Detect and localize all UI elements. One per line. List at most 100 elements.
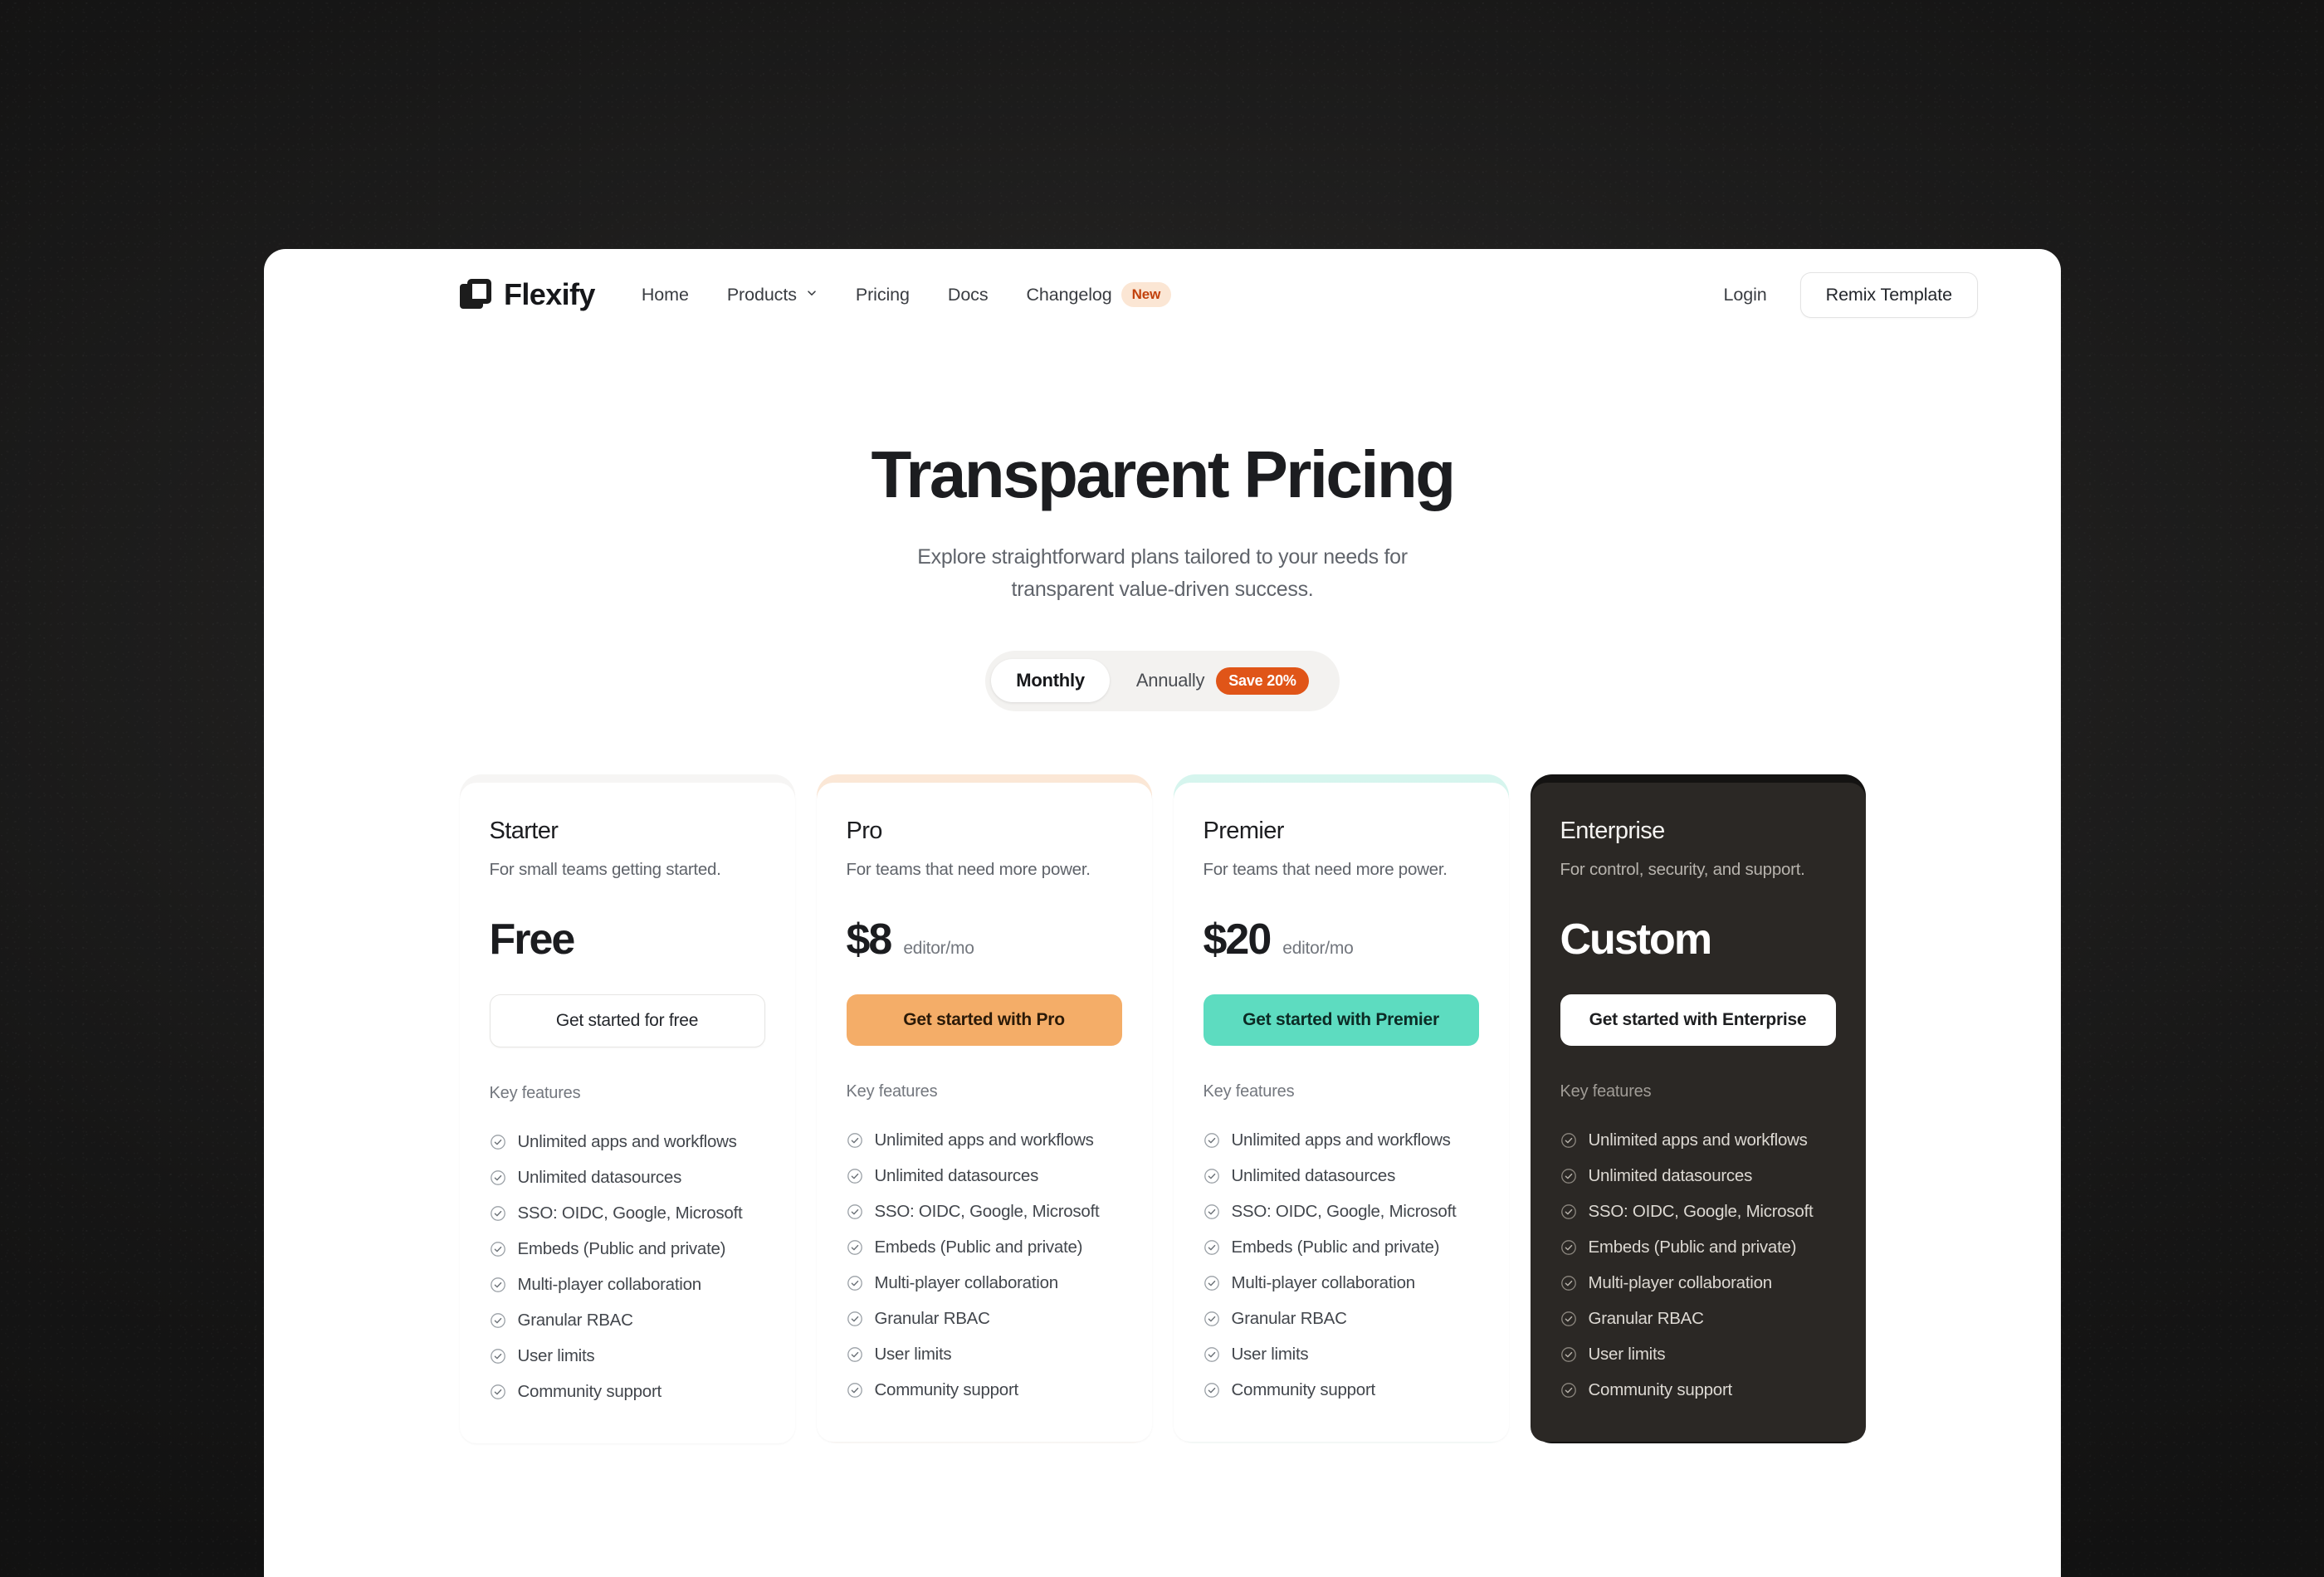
plan-description-enterprise: For control, security, and support. — [1560, 859, 1805, 879]
check-circle-icon — [490, 1277, 506, 1293]
feature-item: Granular RBAC — [490, 1303, 765, 1339]
feature-label: Unlimited apps and workflows — [874, 1130, 1094, 1150]
plan-price-pro: $8 — [846, 915, 893, 964]
nav-link-products-label: Products — [726, 284, 797, 305]
check-circle-icon — [1204, 1168, 1220, 1184]
feature-label: Multi-player collaboration — [874, 1273, 1059, 1292]
check-circle-icon — [847, 1382, 863, 1399]
feature-label: User limits — [874, 1345, 952, 1364]
plan-name-enterprise: Enterprise — [1560, 817, 1666, 844]
feature-label: Community support — [1231, 1380, 1376, 1399]
feature-label: Unlimited apps and workflows — [1588, 1130, 1808, 1150]
plan-price-row-starter: Free — [490, 918, 765, 961]
chevron-down-icon — [806, 287, 818, 299]
feature-label: Granular RBAC — [874, 1309, 990, 1328]
nav-link-products[interactable]: Products — [727, 285, 818, 305]
feature-item: Embeds (Public and private) — [490, 1232, 765, 1267]
feature-label: SSO: OIDC, Google, Microsoft — [517, 1204, 743, 1223]
feature-item: Multi-player collaboration — [490, 1267, 765, 1303]
nav-link-pricing-label: Pricing — [855, 284, 910, 305]
check-circle-icon — [490, 1169, 506, 1186]
plan-price-starter: Free — [489, 915, 576, 964]
feature-label: Embeds (Public and private) — [874, 1238, 1083, 1257]
nav-link-home[interactable]: Home — [642, 285, 689, 305]
features-label-enterprise: Key features — [1560, 1081, 1652, 1101]
features-list-pro: Unlimited apps and workflows Unlimited d… — [847, 1123, 1122, 1409]
feature-item: Unlimited datasources — [490, 1160, 765, 1196]
billing-toggle-monthly-label: Monthly — [1016, 670, 1085, 691]
plan-description-starter: For small teams getting started. — [489, 859, 721, 879]
login-link[interactable]: Login — [1724, 285, 1767, 305]
feature-item: Unlimited datasources — [1560, 1159, 1836, 1194]
feature-label: SSO: OIDC, Google, Microsoft — [1231, 1202, 1457, 1221]
feature-label: SSO: OIDC, Google, Microsoft — [874, 1202, 1100, 1221]
feature-label: Unlimited datasources — [1588, 1166, 1753, 1185]
hero-section: Transparent Pricing Explore straightforw… — [264, 440, 2061, 606]
check-circle-icon — [847, 1132, 863, 1149]
pricing-card-enterprise: Enterprise For control, security, and su… — [1530, 774, 1866, 1443]
check-circle-icon — [1204, 1382, 1220, 1399]
nav-link-docs-label: Docs — [947, 284, 989, 305]
feature-label: Embeds (Public and private) — [1231, 1238, 1440, 1257]
check-circle-icon — [490, 1241, 506, 1257]
cta-button-starter[interactable]: Get started for free — [489, 994, 765, 1047]
feature-item: SSO: OIDC, Google, Microsoft — [847, 1194, 1122, 1230]
feature-label: Granular RBAC — [1588, 1309, 1704, 1328]
nav-link-pricing[interactable]: Pricing — [856, 285, 910, 305]
billing-toggle-annually[interactable]: Annually Save 20% — [1111, 657, 1334, 706]
feature-item: Embeds (Public and private) — [847, 1230, 1122, 1266]
billing-toggle[interactable]: Monthly Annually Save 20% — [985, 650, 1340, 711]
cta-button-enterprise[interactable]: Get started with Enterprise — [1560, 994, 1836, 1046]
features-label-starter: Key features — [489, 1083, 581, 1102]
billing-toggle-annually-label: Annually — [1135, 670, 1205, 691]
check-circle-icon — [847, 1346, 863, 1363]
feature-item: Granular RBAC — [1560, 1301, 1836, 1337]
feature-label: User limits — [1588, 1345, 1666, 1364]
check-circle-icon — [847, 1275, 863, 1291]
features-list-premier: Unlimited apps and workflows Unlimited d… — [1204, 1123, 1479, 1409]
plan-price-row-pro: $8 editor/mo — [847, 918, 1122, 961]
billing-toggle-wrap: Monthly Annually Save 20% — [264, 650, 2061, 711]
nav-links: Home Products Pricing Docs Changelog New — [642, 282, 1172, 307]
check-circle-icon — [1560, 1168, 1577, 1184]
feature-item: Multi-player collaboration — [1560, 1266, 1836, 1301]
feature-item: Unlimited datasources — [847, 1159, 1122, 1194]
brand-logo[interactable]: Flexify — [460, 277, 595, 312]
plan-price-premier: $20 — [1203, 915, 1272, 964]
feature-label: Multi-player collaboration — [1231, 1273, 1416, 1292]
feature-item: User limits — [490, 1339, 765, 1374]
feature-item: Multi-player collaboration — [1204, 1266, 1479, 1301]
cta-button-pro[interactable]: Get started with Pro — [846, 994, 1122, 1046]
check-circle-icon — [847, 1204, 863, 1220]
check-circle-icon — [1204, 1346, 1220, 1363]
remix-template-button[interactable]: Remix Template — [1799, 271, 1978, 318]
check-circle-icon — [847, 1239, 863, 1256]
feature-item: User limits — [847, 1337, 1122, 1373]
feature-item: User limits — [1204, 1337, 1479, 1373]
feature-item: Unlimited apps and workflows — [490, 1125, 765, 1160]
nav-link-changelog[interactable]: Changelog New — [1026, 282, 1172, 307]
pricing-card-starter: Starter For small teams getting started.… — [459, 774, 795, 1443]
feature-label: Multi-player collaboration — [517, 1275, 702, 1294]
feature-item: Unlimited apps and workflows — [1560, 1123, 1836, 1159]
check-circle-icon — [1560, 1311, 1577, 1327]
feature-item: Unlimited apps and workflows — [1204, 1123, 1479, 1159]
pricing-card-pro: Pro For teams that need more power. $8 e… — [816, 774, 1152, 1443]
save-badge: Save 20% — [1216, 666, 1309, 695]
pricing-cards: Starter For small teams getting started.… — [264, 774, 2061, 1443]
plan-description-premier: For teams that need more power. — [1203, 859, 1448, 879]
brand-name: Flexify — [504, 277, 595, 311]
feature-item: Unlimited datasources — [1204, 1159, 1479, 1194]
feature-item: Unlimited apps and workflows — [847, 1123, 1122, 1159]
nav-link-docs[interactable]: Docs — [948, 285, 989, 305]
feature-item: User limits — [1560, 1337, 1836, 1373]
billing-toggle-monthly[interactable]: Monthly — [991, 659, 1110, 702]
cta-button-premier[interactable]: Get started with Premier — [1203, 994, 1479, 1046]
feature-item: Community support — [1204, 1373, 1479, 1409]
page-shell: Flexify Home Products Pricing Docs Chang… — [264, 249, 2061, 1577]
feature-label: Granular RBAC — [1231, 1309, 1347, 1328]
new-badge: New — [1120, 282, 1172, 307]
flexify-logo-icon — [460, 279, 491, 310]
check-circle-icon — [1560, 1239, 1577, 1256]
check-circle-icon — [1560, 1382, 1577, 1399]
